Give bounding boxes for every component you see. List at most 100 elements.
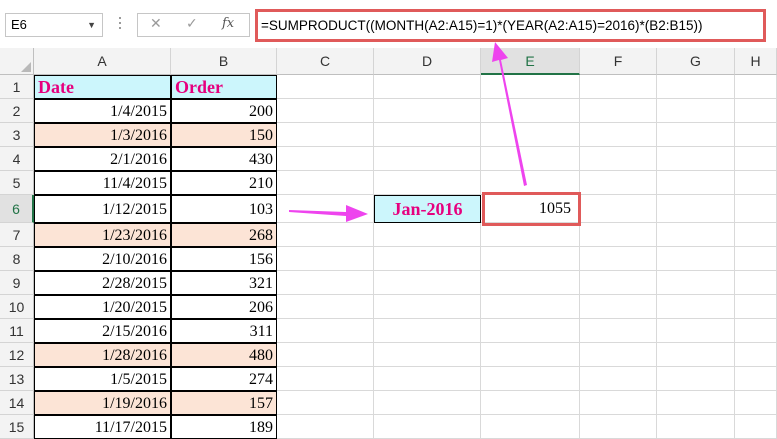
header-date[interactable]: Date	[34, 75, 171, 99]
select-all-button[interactable]	[0, 48, 34, 75]
cell-e7[interactable]	[481, 223, 580, 247]
close-icon[interactable]: ✕	[150, 16, 162, 32]
cell-h11[interactable]	[735, 319, 777, 343]
cell-h15[interactable]	[735, 415, 777, 439]
cell-f12[interactable]	[580, 343, 657, 367]
cell-d8[interactable]	[374, 247, 481, 271]
column-header-g[interactable]: G	[657, 48, 735, 75]
row-header-11[interactable]: 11	[0, 319, 34, 343]
date-cell[interactable]: 1/12/2015	[34, 195, 171, 223]
cell-h13[interactable]	[735, 367, 777, 391]
cell-h3[interactable]	[735, 123, 777, 147]
row-header-1[interactable]: 1	[0, 75, 34, 99]
cell-g5[interactable]	[657, 171, 735, 195]
cell-c8[interactable]	[277, 247, 374, 271]
order-cell[interactable]: 311	[171, 319, 277, 343]
cell-e9[interactable]	[481, 271, 580, 295]
cell-h2[interactable]	[735, 99, 777, 123]
cell-d2[interactable]	[374, 99, 481, 123]
cell-g3[interactable]	[657, 123, 735, 147]
column-header-e[interactable]: E	[481, 48, 580, 75]
date-cell[interactable]: 1/4/2015	[34, 99, 171, 123]
order-cell[interactable]: 210	[171, 171, 277, 195]
cell-f7[interactable]	[580, 223, 657, 247]
date-cell[interactable]: 2/15/2016	[34, 319, 171, 343]
row-header-14[interactable]: 14	[0, 391, 34, 415]
cell-c14[interactable]	[277, 391, 374, 415]
cell-f8[interactable]	[580, 247, 657, 271]
cell-c1[interactable]	[277, 75, 374, 99]
cell-f5[interactable]	[580, 171, 657, 195]
cell-e10[interactable]	[481, 295, 580, 319]
cell-g1[interactable]	[657, 75, 735, 99]
cell-f14[interactable]	[580, 391, 657, 415]
cell-e14[interactable]	[481, 391, 580, 415]
order-cell[interactable]: 200	[171, 99, 277, 123]
cell-h1[interactable]	[735, 75, 777, 99]
cell-d12[interactable]	[374, 343, 481, 367]
cell-f6[interactable]	[580, 195, 657, 223]
cell-c10[interactable]	[277, 295, 374, 319]
cell-g9[interactable]	[657, 271, 735, 295]
order-cell[interactable]: 206	[171, 295, 277, 319]
cell-g7[interactable]	[657, 223, 735, 247]
date-cell[interactable]: 11/17/2015	[34, 415, 171, 439]
cell-d11[interactable]	[374, 319, 481, 343]
cell-h12[interactable]	[735, 343, 777, 367]
row-header-3[interactable]: 3	[0, 123, 34, 147]
cell-d4[interactable]	[374, 147, 481, 171]
order-cell[interactable]: 268	[171, 223, 277, 247]
cell-g14[interactable]	[657, 391, 735, 415]
cell-c15[interactable]	[277, 415, 374, 439]
cell-d14[interactable]	[374, 391, 481, 415]
date-cell[interactable]: 11/4/2015	[34, 171, 171, 195]
cell-h7[interactable]	[735, 223, 777, 247]
cell-e4[interactable]	[481, 147, 580, 171]
cell-e8[interactable]	[481, 247, 580, 271]
cell-f9[interactable]	[580, 271, 657, 295]
drag-handle[interactable]	[118, 14, 122, 36]
cell-d10[interactable]	[374, 295, 481, 319]
cell-g4[interactable]	[657, 147, 735, 171]
date-cell[interactable]: 1/28/2016	[34, 343, 171, 367]
date-cell[interactable]: 2/28/2015	[34, 271, 171, 295]
order-cell[interactable]: 430	[171, 147, 277, 171]
column-header-c[interactable]: C	[277, 48, 374, 75]
order-cell[interactable]: 150	[171, 123, 277, 147]
cell-e13[interactable]	[481, 367, 580, 391]
cell-g10[interactable]	[657, 295, 735, 319]
cell-g12[interactable]	[657, 343, 735, 367]
cell-h5[interactable]	[735, 171, 777, 195]
date-cell[interactable]: 2/10/2016	[34, 247, 171, 271]
cell-c3[interactable]	[277, 123, 374, 147]
row-header-4[interactable]: 4	[0, 147, 34, 171]
cell-f3[interactable]	[580, 123, 657, 147]
cell-h6[interactable]	[735, 195, 777, 223]
cell-h14[interactable]	[735, 391, 777, 415]
cell-f2[interactable]	[580, 99, 657, 123]
formula-input[interactable]: =SUMPRODUCT((MONTH(A2:A15)=1)*(YEAR(A2:A…	[255, 9, 766, 42]
cell-e3[interactable]	[481, 123, 580, 147]
cell-e12[interactable]	[481, 343, 580, 367]
cell-f13[interactable]	[580, 367, 657, 391]
cell-h9[interactable]	[735, 271, 777, 295]
row-header-6[interactable]: 6	[0, 195, 34, 223]
date-cell[interactable]: 1/3/2016	[34, 123, 171, 147]
cell-d1[interactable]	[374, 75, 481, 99]
cell-g6[interactable]	[657, 195, 735, 223]
cell-d7[interactable]	[374, 223, 481, 247]
order-cell[interactable]: 274	[171, 367, 277, 391]
cell-e1[interactable]	[481, 75, 580, 99]
cell-f10[interactable]	[580, 295, 657, 319]
cell-c4[interactable]	[277, 147, 374, 171]
row-header-9[interactable]: 9	[0, 271, 34, 295]
row-header-7[interactable]: 7	[0, 223, 34, 247]
header-order[interactable]: Order	[171, 75, 277, 99]
column-header-h[interactable]: H	[735, 48, 777, 75]
order-cell[interactable]: 189	[171, 415, 277, 439]
cell-d15[interactable]	[374, 415, 481, 439]
function-icon[interactable]: fx	[222, 16, 234, 31]
cell-f1[interactable]	[580, 75, 657, 99]
row-header-15[interactable]: 15	[0, 415, 34, 439]
order-cell[interactable]: 321	[171, 271, 277, 295]
